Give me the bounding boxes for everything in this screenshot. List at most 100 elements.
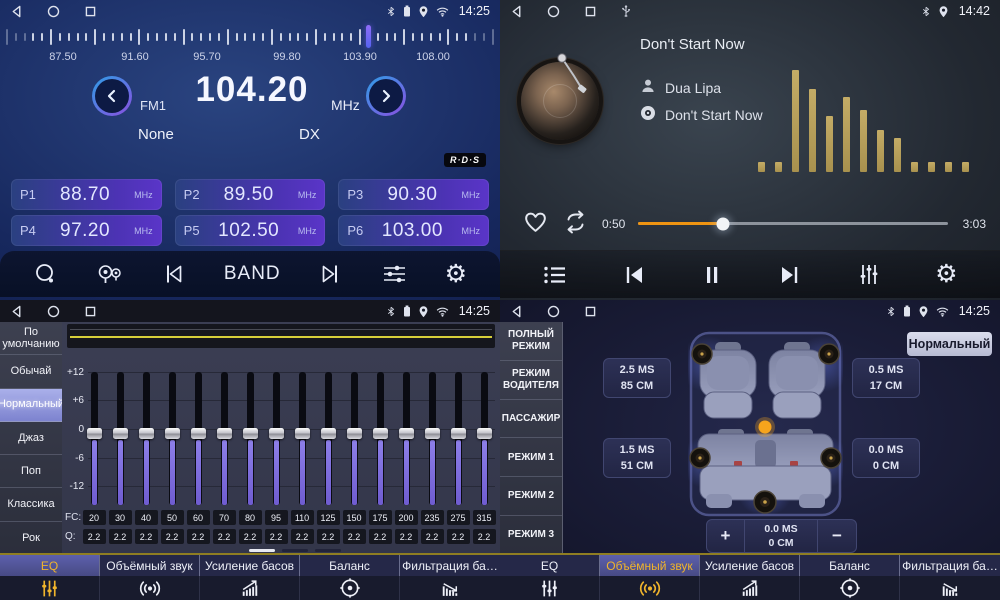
delay-minus-button[interactable]: − xyxy=(818,520,856,552)
nav-recents-icon[interactable] xyxy=(584,5,597,18)
rear-left-delay[interactable]: 1.5 MS 51 CM xyxy=(603,438,671,478)
listening-mode-item[interactable]: ПАССАЖИР xyxy=(500,400,562,439)
fc-value[interactable]: 175 xyxy=(369,510,392,525)
eq-preset-item[interactable]: Обычай xyxy=(0,355,62,388)
progress-bar[interactable] xyxy=(638,222,948,225)
nav-back-icon[interactable] xyxy=(510,5,523,18)
pause-button[interactable] xyxy=(700,263,724,287)
nav-back-icon[interactable] xyxy=(10,5,23,18)
fc-value[interactable]: 50 xyxy=(161,510,184,525)
q-value[interactable]: 2.2 xyxy=(187,529,210,544)
q-value[interactable]: 2.2 xyxy=(213,529,236,544)
q-value[interactable]: 2.2 xyxy=(135,529,158,544)
eq-preset-item[interactable]: Нормальный xyxy=(0,389,62,422)
eq-band-knob[interactable] xyxy=(347,428,362,439)
broadcast-button[interactable] xyxy=(96,262,123,287)
frequency-scale[interactable]: 87.5091.6095.7099.80103.90108.00 xyxy=(0,24,500,64)
repeat-button[interactable] xyxy=(562,210,589,234)
rear-right-delay[interactable]: 0.0 MS 0 CM xyxy=(852,438,920,478)
tab-surround-sound[interactable]: Объёмный звук xyxy=(100,555,200,600)
fc-value[interactable]: 110 xyxy=(291,510,314,525)
eq-band-knob[interactable] xyxy=(113,428,128,439)
eq-band-knob[interactable] xyxy=(295,428,310,439)
q-value[interactable]: 2.2 xyxy=(265,529,288,544)
tab-balance[interactable]: Баланс xyxy=(800,555,900,600)
seek-previous-button[interactable] xyxy=(160,262,186,286)
listening-mode-item[interactable]: РЕЖИМ 2 xyxy=(500,477,562,516)
favorite-button[interactable] xyxy=(522,209,549,234)
tab-filter[interactable]: Фильтрация ба… xyxy=(400,555,500,600)
tab-filter[interactable]: Фильтрация ба… xyxy=(900,555,1000,600)
eq-band-knob[interactable] xyxy=(399,428,414,439)
fc-value[interactable]: 200 xyxy=(395,510,418,525)
listening-mode-item[interactable]: РЕЖИМ 3 xyxy=(500,516,562,555)
q-value[interactable]: 2.2 xyxy=(239,529,262,544)
fc-value[interactable]: 95 xyxy=(265,510,288,525)
radio-preset[interactable]: P390.30MHz xyxy=(338,179,489,210)
q-value[interactable]: 2.2 xyxy=(395,529,418,544)
eq-band-knob[interactable] xyxy=(269,428,284,439)
q-value[interactable]: 2.2 xyxy=(291,529,314,544)
radio-preset[interactable]: P289.50MHz xyxy=(175,179,326,210)
tab-eq[interactable]: EQ xyxy=(500,555,600,600)
fc-value[interactable]: 40 xyxy=(135,510,158,525)
nav-recents-icon[interactable] xyxy=(84,5,97,18)
listening-mode-item[interactable]: ПОЛНЫЙ РЕЖИМ xyxy=(500,322,562,361)
fc-value[interactable]: 125 xyxy=(317,510,340,525)
eq-preset-item[interactable]: Поп xyxy=(0,455,62,488)
seek-next-button[interactable] xyxy=(318,262,344,286)
fc-value[interactable]: 150 xyxy=(343,510,366,525)
q-value[interactable]: 2.2 xyxy=(161,529,184,544)
eq-band-knob[interactable] xyxy=(373,428,388,439)
nav-home-icon[interactable] xyxy=(47,5,60,18)
eq-band-knob[interactable] xyxy=(87,428,102,439)
progress-knob[interactable] xyxy=(716,217,729,230)
frequency-pointer[interactable] xyxy=(366,25,371,48)
surround-preset-button[interactable]: Нормальный xyxy=(907,332,992,356)
front-left-delay[interactable]: 2.5 MS 85 CM xyxy=(603,358,671,398)
audio-settings-button[interactable] xyxy=(382,262,407,286)
nav-home-icon[interactable] xyxy=(47,305,60,318)
settings-button[interactable]: ⚙ xyxy=(445,262,467,287)
eq-preset-item[interactable]: Рок xyxy=(0,522,62,555)
tune-up-button[interactable] xyxy=(366,76,406,116)
eq-band-knob[interactable] xyxy=(425,428,440,439)
band-button[interactable]: BAND xyxy=(224,263,281,285)
nav-home-icon[interactable] xyxy=(547,305,560,318)
nav-recents-icon[interactable] xyxy=(584,305,597,318)
tab-surround-sound[interactable]: Объёмный звук xyxy=(600,555,700,600)
q-value[interactable]: 2.2 xyxy=(83,529,106,544)
fc-value[interactable]: 275 xyxy=(447,510,470,525)
q-value[interactable]: 2.2 xyxy=(421,529,444,544)
fc-value[interactable]: 80 xyxy=(239,510,262,525)
q-value[interactable]: 2.2 xyxy=(109,529,132,544)
fc-value[interactable]: 235 xyxy=(421,510,444,525)
next-track-button[interactable] xyxy=(777,263,803,287)
eq-preset-item[interactable]: Джаз xyxy=(0,422,62,455)
tab-bass-boost[interactable]: Усиление басов xyxy=(700,555,800,600)
q-value[interactable]: 2.2 xyxy=(473,529,496,544)
fc-value[interactable]: 70 xyxy=(213,510,236,525)
listening-mode-item[interactable]: РЕЖИМ ВОДИТЕЛЯ xyxy=(500,361,562,400)
nav-home-icon[interactable] xyxy=(547,5,560,18)
fc-value[interactable]: 30 xyxy=(109,510,132,525)
q-value[interactable]: 2.2 xyxy=(369,529,392,544)
eq-preset-item[interactable]: По умолчанию xyxy=(0,322,62,355)
tab-balance[interactable]: Баланс xyxy=(300,555,400,600)
q-value[interactable]: 2.2 xyxy=(447,529,470,544)
nav-back-icon[interactable] xyxy=(510,305,523,318)
eq-band-knob[interactable] xyxy=(451,428,466,439)
equalizer-button[interactable] xyxy=(856,262,882,287)
eq-band-knob[interactable] xyxy=(165,428,180,439)
previous-track-button[interactable] xyxy=(621,263,647,287)
eq-band-knob[interactable] xyxy=(217,428,232,439)
radio-preset[interactable]: P6103.00MHz xyxy=(338,215,489,246)
eq-band-knob[interactable] xyxy=(139,428,154,439)
tab-eq[interactable]: EQ xyxy=(0,555,100,600)
eq-band-knob[interactable] xyxy=(243,428,258,439)
tab-bass-boost[interactable]: Усиление басов xyxy=(200,555,300,600)
radio-preset[interactable]: P497.20MHz xyxy=(11,215,162,246)
nav-back-icon[interactable] xyxy=(10,305,23,318)
listening-mode-item[interactable]: РЕЖИМ 1 xyxy=(500,438,562,477)
delay-plus-button[interactable]: + xyxy=(707,520,745,552)
